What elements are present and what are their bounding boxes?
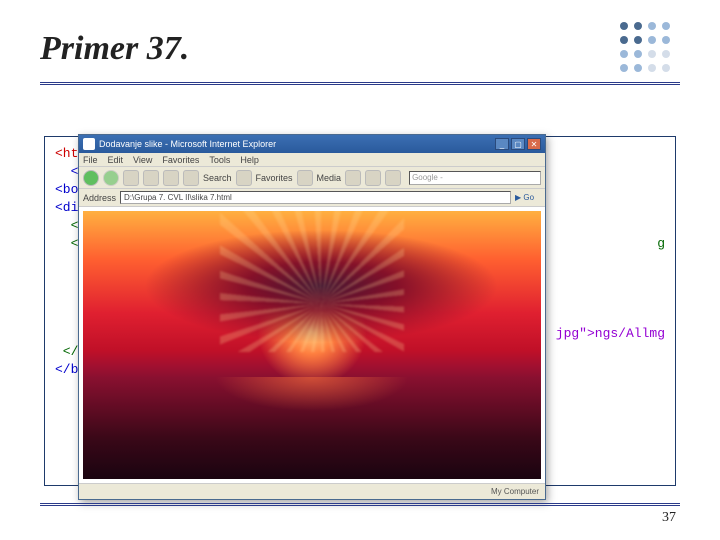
back-button[interactable] <box>83 170 99 186</box>
toolbar-label-search: Search <box>203 173 232 183</box>
maximize-button[interactable]: ▢ <box>511 138 525 150</box>
media-button[interactable] <box>297 170 313 186</box>
favorites-button[interactable] <box>236 170 252 186</box>
go-button[interactable]: ▶ Go <box>515 193 541 202</box>
menu-help[interactable]: Help <box>240 155 259 165</box>
code-token: g <box>657 235 665 253</box>
decorative-dots <box>620 22 672 74</box>
footer-underline <box>40 503 680 506</box>
close-button[interactable]: ✕ <box>527 138 541 150</box>
stop-button[interactable] <box>123 170 139 186</box>
toolbar-label-media: Media <box>317 173 342 183</box>
menu-edit[interactable]: Edit <box>108 155 124 165</box>
go-label: Go <box>523 193 534 202</box>
browser-statusbar: My Computer <box>79 483 545 499</box>
browser-title-text: Dodavanje slike - Microsoft Internet Exp… <box>99 139 495 149</box>
print-button[interactable] <box>385 170 401 186</box>
minimize-button[interactable]: _ <box>495 138 509 150</box>
toolbar-label-favorites: Favorites <box>256 173 293 183</box>
browser-content <box>79 207 545 483</box>
forward-button[interactable] <box>103 170 119 186</box>
page-number: 37 <box>662 510 676 526</box>
browser-toolbar: Search Favorites Media Google - <box>79 167 545 189</box>
menu-view[interactable]: View <box>133 155 152 165</box>
browser-addressbar: Address D:\Grupa 7. CVL II\slika 7.html … <box>79 189 545 207</box>
code-token: mg <box>649 325 665 343</box>
menu-file[interactable]: File <box>83 155 98 165</box>
code-token: jpg"> <box>556 325 595 343</box>
history-button[interactable] <box>345 170 361 186</box>
address-label: Address <box>83 193 116 203</box>
search-button[interactable] <box>183 170 199 186</box>
window-buttons: _ ▢ ✕ <box>495 138 541 150</box>
slide: Primer 37. <html> <he <body> <div a <ta … <box>0 0 720 540</box>
page-title: Primer 37. <box>40 30 680 68</box>
refresh-button[interactable] <box>143 170 159 186</box>
menu-favorites[interactable]: Favorites <box>162 155 199 165</box>
sun-rays <box>220 211 403 352</box>
status-right: My Computer <box>491 487 539 496</box>
google-searchbox[interactable]: Google - <box>409 171 541 185</box>
address-input[interactable]: D:\Grupa 7. CVL II\slika 7.html <box>120 191 511 204</box>
browser-menubar: File Edit View Favorites Tools Help <box>79 153 545 167</box>
browser-window: Dodavanje slike - Microsoft Internet Exp… <box>78 134 546 500</box>
browser-titlebar: Dodavanje slike - Microsoft Internet Exp… <box>79 135 545 153</box>
mail-button[interactable] <box>365 170 381 186</box>
title-area: Primer 37. <box>0 0 720 76</box>
sun-reflection <box>83 377 541 457</box>
code-token: ngs/All <box>595 325 650 343</box>
home-button[interactable] <box>163 170 179 186</box>
menu-tools[interactable]: Tools <box>209 155 230 165</box>
address-value: D:\Grupa 7. CVL II\slika 7.html <box>124 193 232 202</box>
google-placeholder: Google - <box>412 173 443 182</box>
sunset-image <box>83 211 541 479</box>
ie-icon <box>83 138 95 150</box>
title-underline <box>40 82 680 85</box>
